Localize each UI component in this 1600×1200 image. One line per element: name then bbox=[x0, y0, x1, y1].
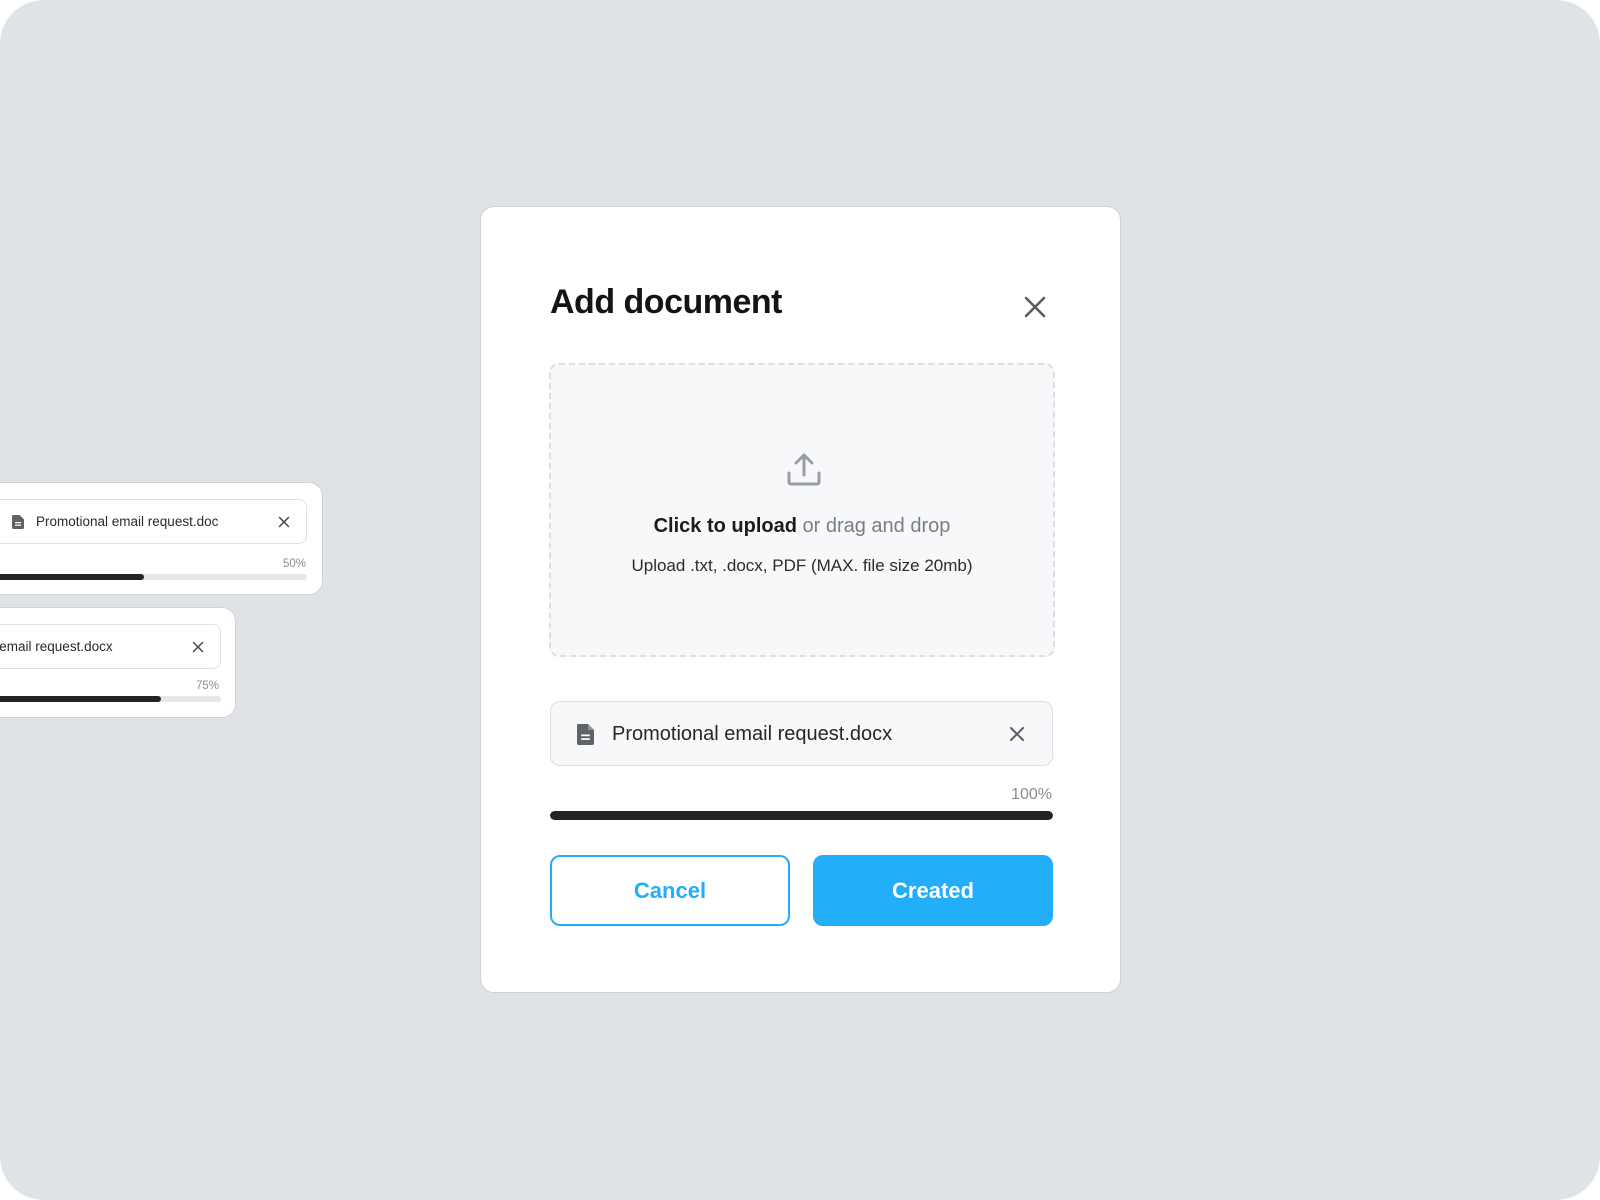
close-icon[interactable] bbox=[1021, 293, 1049, 321]
remove-file-icon[interactable] bbox=[1009, 726, 1025, 742]
drag-and-drop-text: or drag and drop bbox=[796, 515, 951, 537]
side-progress-percent: 75% bbox=[195, 680, 219, 692]
side-progress-percent: 50% bbox=[282, 558, 306, 570]
upload-preview-card-75: onal email request.docx 75% bbox=[0, 607, 236, 718]
side-progress-track bbox=[0, 696, 221, 702]
side-file-name: Promotional email request.doc bbox=[36, 514, 219, 529]
cancel-button[interactable]: Cancel bbox=[550, 855, 790, 926]
uploaded-file-row: Promotional email request.docx bbox=[550, 701, 1053, 766]
dropzone-hint: Upload .txt, .docx, PDF (MAX. file size … bbox=[631, 556, 973, 575]
uploaded-file-name: Promotional email request.docx bbox=[612, 723, 893, 745]
modal-title: Add document bbox=[550, 283, 782, 321]
document-icon bbox=[577, 724, 594, 745]
side-file-name: onal email request.docx bbox=[0, 639, 113, 654]
close-icon[interactable] bbox=[192, 641, 204, 653]
created-button[interactable]: Created bbox=[813, 855, 1053, 926]
dropzone-instruction: Click to upload or drag and drop bbox=[551, 515, 1053, 538]
upload-dropzone[interactable]: Click to upload or drag and drop Upload … bbox=[549, 363, 1055, 657]
upload-progress-track bbox=[550, 811, 1053, 820]
document-icon bbox=[12, 514, 24, 529]
upload-progress-fill bbox=[550, 811, 1053, 820]
side-progress-fill bbox=[0, 696, 161, 702]
side-file-row: onal email request.docx bbox=[0, 624, 221, 669]
add-document-modal: Add document Click to upload or drag and… bbox=[480, 206, 1121, 993]
click-to-upload-link[interactable]: Click to upload bbox=[654, 515, 797, 537]
background-canvas: Promotional email request.doc 50% onal e… bbox=[0, 0, 1600, 1200]
upload-preview-card-50: Promotional email request.doc 50% bbox=[0, 482, 323, 595]
upload-progress-percent: 100% bbox=[1011, 786, 1052, 803]
close-icon[interactable] bbox=[278, 516, 290, 528]
upload-icon bbox=[787, 453, 821, 486]
side-progress-fill bbox=[0, 574, 144, 580]
side-progress-track bbox=[0, 574, 307, 580]
side-file-row: Promotional email request.doc bbox=[0, 499, 307, 544]
